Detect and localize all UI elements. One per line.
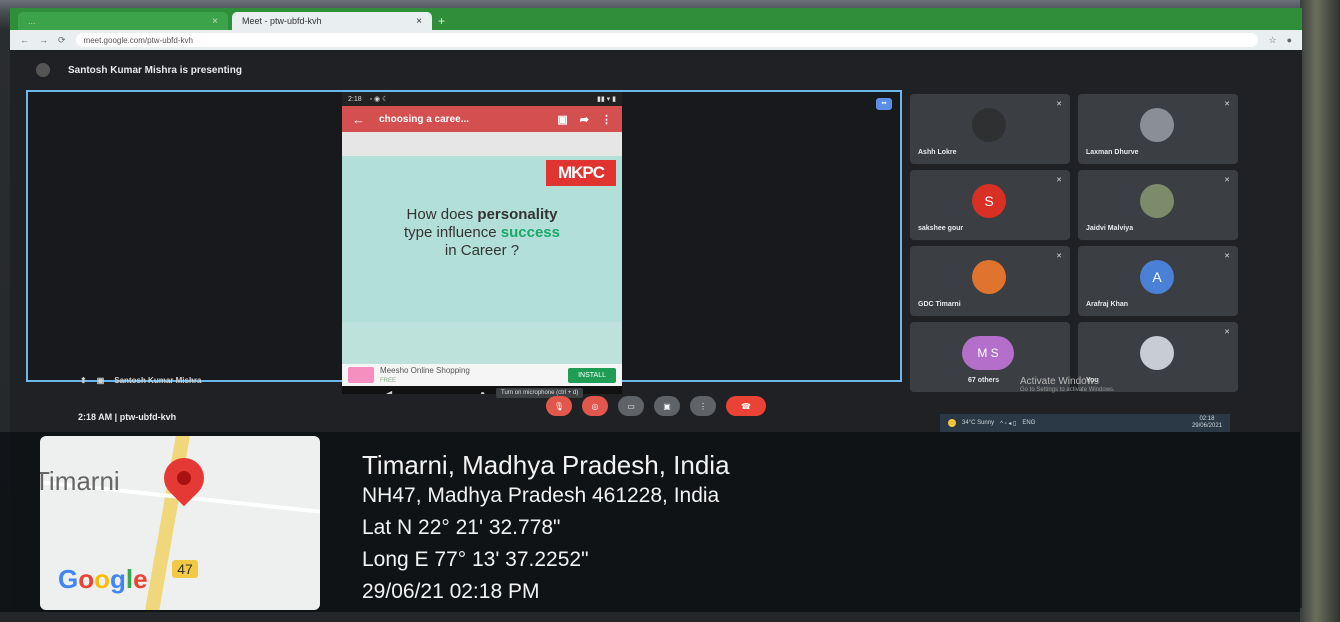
google-logo: Google	[58, 564, 148, 594]
leave-call-button[interactable]: ☎	[726, 396, 766, 416]
participant-tile[interactable]: ✕ GDC Timarni	[910, 246, 1070, 316]
slide: MKPC How does personality type influence…	[342, 156, 622, 322]
participant-tile[interactable]: A ✕ Arafraj Khan	[1078, 246, 1238, 316]
mkpc-logo: MKPC	[546, 160, 616, 186]
presenting-text: Santosh Kumar Mishra is presenting	[68, 64, 242, 76]
address-bar[interactable]: meet.google.com/ptw-ubfd-kvh	[75, 33, 1259, 47]
signal-battery-icon: ▮▮ ▾ ▮	[597, 96, 616, 103]
participant-avatar: A	[1140, 260, 1174, 294]
ad-banner[interactable]: Meesho Online Shopping FREE INSTALL	[342, 364, 622, 386]
share-icon[interactable]: ➦	[580, 113, 589, 126]
participant-avatar	[972, 260, 1006, 294]
back-arrow-icon[interactable]: ←	[352, 112, 365, 127]
notification-icons: ▫ ◉ ☾	[369, 96, 389, 103]
phone-time: 2:18	[348, 95, 362, 103]
weather-text[interactable]: 34°C Sunny	[962, 420, 994, 426]
geotag-lat: Lat N 22° 21' 32.778"	[362, 516, 561, 539]
geotag-datetime: 29/06/21 02:18 PM	[362, 580, 540, 603]
activate-windows-watermark: Activate Windows Go to Settings to activ…	[1020, 376, 1115, 393]
monitor-bezel	[1300, 0, 1340, 622]
install-button[interactable]: INSTALL	[568, 367, 616, 383]
participant-tile[interactable]: S ✕ sakshee gour	[910, 170, 1070, 240]
pin-icon[interactable]: ⬆	[80, 376, 87, 385]
more-vert-icon[interactable]: ⋮	[601, 113, 612, 126]
captions-button[interactable]: ▭	[618, 396, 644, 416]
phone-toolbar-space	[342, 132, 622, 156]
slide-lower	[342, 322, 622, 364]
participant-tile[interactable]: ✕ Jaidvi Malviya	[1078, 170, 1238, 240]
participant-tile[interactable]: ✕ Laxman Dhurve	[1078, 94, 1238, 164]
tab-label: ...	[28, 16, 36, 26]
browser-tab-1[interactable]: ... ×	[18, 12, 228, 30]
participant-avatar	[1140, 108, 1174, 142]
map-thumbnail: Timarni Google 47	[40, 436, 320, 610]
browser-toolbar: ← → ⟳ meet.google.com/ptw-ubfd-kvh ☆ ●	[10, 30, 1302, 50]
meeting-time-code: 2:18 AM | ptw-ubfd-kvh	[78, 412, 177, 422]
participant-avatar	[972, 108, 1006, 142]
nav-back-icon[interactable]: ◀	[386, 389, 392, 395]
geotag-text: Timarni, Madhya Pradesh, India NH47, Mad…	[362, 450, 730, 608]
presentation-indicator-icon: ▪▪	[876, 98, 892, 110]
bookmark-star-icon[interactable]: ☆	[1268, 35, 1276, 46]
participant-grid: ✕ Ashh Lokre ✕ Laxman Dhurve S ✕ sakshee…	[910, 94, 1240, 394]
reload-icon[interactable]: ⟳	[58, 35, 66, 46]
map-pin-dot	[177, 471, 191, 485]
browser-tabbar: ... × Meet - ptw-ubfd-kvh × +	[10, 8, 1302, 30]
presenter-name: Santosh Kumar Mishra	[114, 376, 202, 385]
mic-off-icon: ✕	[1224, 101, 1230, 108]
participant-avatar-group: M S	[962, 336, 1014, 370]
phone-app-bar: ← choosing a caree... ▣ ➦ ⋮	[342, 106, 622, 132]
map-place-label: Timarni	[40, 466, 120, 496]
geotag-long: Long E 77° 13' 37.2252"	[362, 548, 589, 571]
phone-status-bar: 2:18 ▫ ◉ ☾ ▮▮ ▾ ▮	[342, 92, 622, 106]
presenter-avatar	[36, 63, 50, 77]
camera-button[interactable]: ◎	[582, 396, 608, 416]
copy-icon[interactable]: ▣	[557, 113, 567, 126]
mic-off-icon: ✕	[1056, 253, 1062, 260]
close-icon[interactable]: ×	[212, 16, 218, 27]
presenter-strip: ⬆ ▣ Santosh Kumar Mishra	[80, 376, 201, 385]
tab-label: Meet - ptw-ubfd-kvh	[242, 16, 322, 26]
microphone-button[interactable]: 🎙	[546, 396, 572, 416]
mic-off-icon: ✕	[1056, 177, 1062, 184]
mic-off-icon: ✕	[1224, 329, 1230, 336]
slide-question: How does personality type influence succ…	[404, 206, 560, 259]
participant-avatar	[1140, 184, 1174, 218]
address-text: meet.google.com/ptw-ubfd-kvh	[83, 35, 193, 45]
browser-tab-meet[interactable]: Meet - ptw-ubfd-kvh ×	[232, 12, 432, 30]
weather-sun-icon	[948, 419, 956, 427]
present-now-button[interactable]: ▣	[654, 396, 680, 416]
ad-sub: FREE	[380, 378, 397, 384]
call-controls: 🎙 ◎ ▭ ▣ ⋮ ☎	[546, 396, 766, 416]
shared-phone-screen: 2:18 ▫ ◉ ☾ ▮▮ ▾ ▮ ← choosing a caree... …	[342, 92, 622, 394]
app-title: choosing a caree...	[379, 113, 470, 125]
mic-off-icon: ✕	[1224, 253, 1230, 260]
presenting-banner: Santosh Kumar Mishra is presenting	[10, 52, 1302, 88]
road-shield: 47	[172, 560, 198, 578]
more-options-button[interactable]: ⋮	[690, 396, 716, 416]
mic-off-icon: ✕	[1056, 101, 1062, 108]
participant-tile[interactable]: ✕ Ashh Lokre	[910, 94, 1070, 164]
present-screen-icon[interactable]: ▣	[97, 376, 105, 385]
mic-off-icon: ✕	[1224, 177, 1230, 184]
language-indicator[interactable]: ENG	[1022, 420, 1035, 426]
geotag-address: NH47, Madhya Pradesh 461228, India	[362, 484, 720, 507]
geotag-city: Timarni, Madhya Pradesh, India	[362, 450, 730, 480]
participant-avatar	[1140, 336, 1174, 370]
close-icon[interactable]: ×	[416, 16, 422, 27]
back-icon[interactable]: ←	[20, 35, 29, 45]
nav-home-icon[interactable]: ●	[480, 389, 485, 395]
ad-app-icon	[348, 367, 374, 383]
ad-title: Meesho Online Shopping	[380, 366, 470, 375]
forward-icon[interactable]: →	[39, 35, 48, 45]
monitor-photo: ... × Meet - ptw-ubfd-kvh × + ← → ⟳ meet…	[0, 0, 1340, 622]
windows-taskbar: 34°C Sunny ^ ▫ ◂ ▯ ENG 02:18 29/06/2021	[940, 414, 1230, 432]
new-tab-icon[interactable]: +	[438, 14, 445, 28]
taskbar-clock[interactable]: 02:18 29/06/2021	[1192, 416, 1222, 430]
profile-icon[interactable]: ●	[1287, 35, 1292, 45]
tray-icons[interactable]: ^ ▫ ◂ ▯	[1000, 420, 1016, 427]
participant-avatar: S	[972, 184, 1006, 218]
